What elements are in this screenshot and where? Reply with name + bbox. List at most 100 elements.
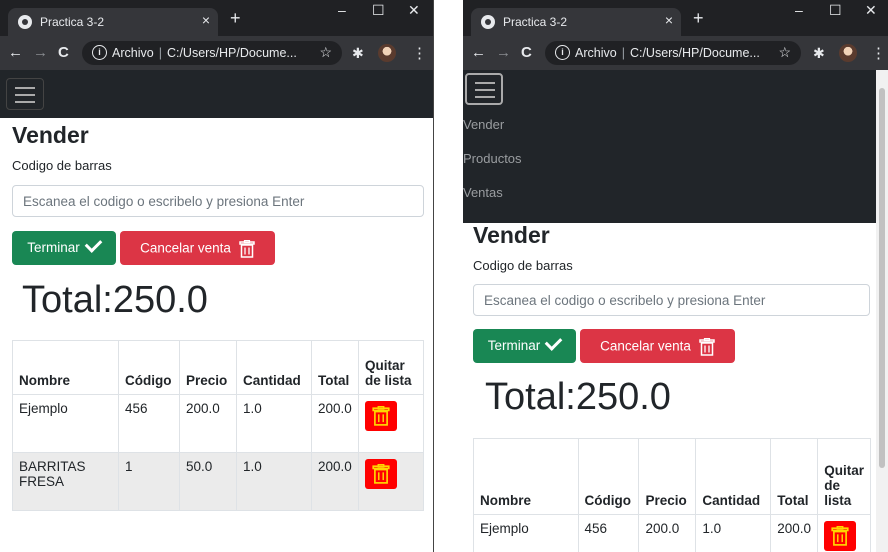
back-icon[interactable]: ← (8, 44, 23, 61)
info-icon: i (555, 45, 570, 60)
tab-close-icon[interactable]: × (665, 12, 673, 28)
col-header-cantidad: Cantidad (695, 438, 772, 515)
browser-window-collapsed: Practica 3-2 × + – ☐ ✕ ← → C i Archivo | C… (0, 0, 433, 552)
cell-cantidad: 1.0 (695, 514, 772, 552)
browser-window-expanded: Practica 3-2 × + – ☐ ✕ ← → C i Archivo | C… (463, 0, 888, 552)
col-header-cantidad: Cantidad (236, 340, 312, 395)
tab-strip: Practica 3-2 × + – ☐ ✕ (463, 0, 888, 36)
finish-sale-button[interactable]: Terminar (473, 329, 576, 363)
cell-precio: 200.0 (179, 394, 237, 453)
page-scrollbar[interactable] (876, 70, 888, 552)
trash-icon (372, 464, 390, 484)
remove-item-button[interactable] (365, 459, 397, 489)
profile-avatar[interactable] (378, 44, 396, 62)
cell-precio: 200.0 (638, 514, 697, 552)
browser-toolbar: ← → C i Archivo | C:/Users/HP/Docume... ☆ … (0, 36, 433, 70)
remove-item-button[interactable] (824, 521, 857, 551)
new-tab-button[interactable]: + (693, 8, 704, 29)
info-icon: i (92, 45, 107, 60)
extensions-icon[interactable]: ✱ (813, 45, 825, 62)
address-path: C:/Users/HP/Docume... (166, 46, 297, 60)
cell-cantidad: 1.0 (236, 394, 312, 453)
browser-tab[interactable]: Practica 3-2 × (8, 8, 218, 36)
remove-item-button[interactable] (365, 401, 397, 431)
finish-sale-button[interactable]: Terminar (12, 231, 116, 265)
reload-icon[interactable]: C (521, 44, 532, 61)
address-prefix: Archivo (112, 46, 154, 60)
cell-codigo: 456 (118, 394, 180, 453)
navbar-expanded: Vender Productos Ventas (463, 70, 888, 223)
col-header-codigo: Código (577, 438, 640, 515)
browser-menu-icon[interactable]: ⋮ (412, 44, 427, 62)
back-icon[interactable]: ← (471, 44, 486, 61)
nav-link-productos[interactable]: Productos (463, 151, 522, 166)
bookmark-star-icon[interactable]: ☆ (778, 44, 791, 61)
navbar (0, 70, 433, 118)
col-header-quitar: Quitar de lista (817, 438, 871, 515)
cancel-sale-button[interactable]: Cancelar venta (120, 231, 275, 265)
cell-nombre: Ejemplo (12, 394, 119, 453)
cell-cantidad: 1.0 (236, 452, 312, 511)
page-title: Vender (12, 122, 89, 148)
cell-total: 200.0 (311, 394, 359, 453)
reload-icon[interactable]: C (58, 44, 69, 61)
minimize-icon[interactable]: – (338, 2, 346, 18)
table-row: Ejemplo 456 200.0 1.0 200.0 (12, 394, 424, 453)
tab-title: Practica 3-2 (503, 15, 568, 29)
forward-icon[interactable]: → (496, 44, 511, 61)
bookmark-star-icon[interactable]: ☆ (319, 44, 332, 61)
address-prefix: Archivo (575, 46, 617, 60)
col-header-nombre: Nombre (473, 438, 579, 515)
maximize-icon[interactable]: ☐ (829, 2, 842, 19)
col-header-nombre: Nombre (12, 340, 119, 395)
barcode-label: Codigo de barras (473, 258, 573, 273)
navbar-toggler-button[interactable] (6, 78, 44, 110)
navbar-toggler-button[interactable] (465, 73, 503, 105)
forward-icon[interactable]: → (33, 44, 48, 61)
trash-icon (372, 406, 390, 426)
maximize-icon[interactable]: ☐ (372, 2, 385, 19)
extensions-icon[interactable]: ✱ (352, 45, 364, 62)
check-icon (84, 235, 103, 253)
col-header-total: Total (770, 438, 819, 515)
tab-strip: Practica 3-2 × + – ☐ ✕ (0, 0, 433, 36)
cancel-sale-button[interactable]: Cancelar venta (580, 329, 735, 363)
browser-menu-icon[interactable]: ⋮ (871, 44, 886, 62)
col-header-codigo: Código (118, 340, 180, 395)
finish-label: Terminar (487, 338, 541, 353)
cell-total: 200.0 (770, 514, 819, 552)
trash-icon (239, 240, 255, 258)
nav-link-ventas[interactable]: Ventas (463, 185, 503, 200)
col-header-quitar: Quitar de lista (358, 340, 424, 395)
address-bar[interactable]: i Archivo | C:/Users/HP/Docume... ☆ (82, 41, 342, 65)
table-row: Ejemplo 456 200.0 1.0 200.0 (473, 514, 871, 552)
barcode-input[interactable]: Escanea el codigo o escribelo y presiona… (473, 284, 870, 316)
new-tab-button[interactable]: + (230, 8, 241, 29)
profile-avatar[interactable] (839, 44, 857, 62)
close-window-icon[interactable]: ✕ (865, 2, 877, 19)
tab-close-icon[interactable]: × (202, 12, 210, 28)
cell-nombre: BARRITAS FRESA (12, 452, 119, 511)
page-title: Vender (473, 222, 550, 248)
cell-codigo: 456 (577, 514, 640, 552)
minimize-icon[interactable]: – (795, 2, 803, 18)
sale-items-table: Nombre Código Precio Cantidad Total Quit… (473, 438, 871, 552)
table-row: BARRITAS FRESA 1 50.0 1.0 200.0 (12, 452, 424, 511)
globe-icon (481, 15, 495, 29)
scrollbar-thumb[interactable] (879, 88, 885, 468)
address-bar[interactable]: i Archivo | C:/Users/HP/Docume... ☆ (545, 41, 801, 65)
window-gap (433, 0, 463, 552)
col-header-precio: Precio (638, 438, 697, 515)
sale-items-table: Nombre Código Precio Cantidad Total Quit… (12, 340, 424, 511)
finish-label: Terminar (27, 240, 80, 255)
trash-icon (831, 526, 849, 546)
browser-toolbar: ← → C i Archivo | C:/Users/HP/Docume... ☆ … (463, 36, 888, 70)
cell-total: 200.0 (311, 452, 359, 511)
col-header-total: Total (311, 340, 359, 395)
barcode-input[interactable]: Escanea el codigo o escribelo y presiona… (12, 185, 424, 217)
trash-icon (699, 338, 715, 356)
close-window-icon[interactable]: ✕ (408, 2, 420, 19)
total-display: Total:250.0 (22, 279, 208, 321)
nav-link-vender[interactable]: Vender (463, 117, 504, 132)
browser-tab[interactable]: Practica 3-2 × (471, 8, 681, 36)
